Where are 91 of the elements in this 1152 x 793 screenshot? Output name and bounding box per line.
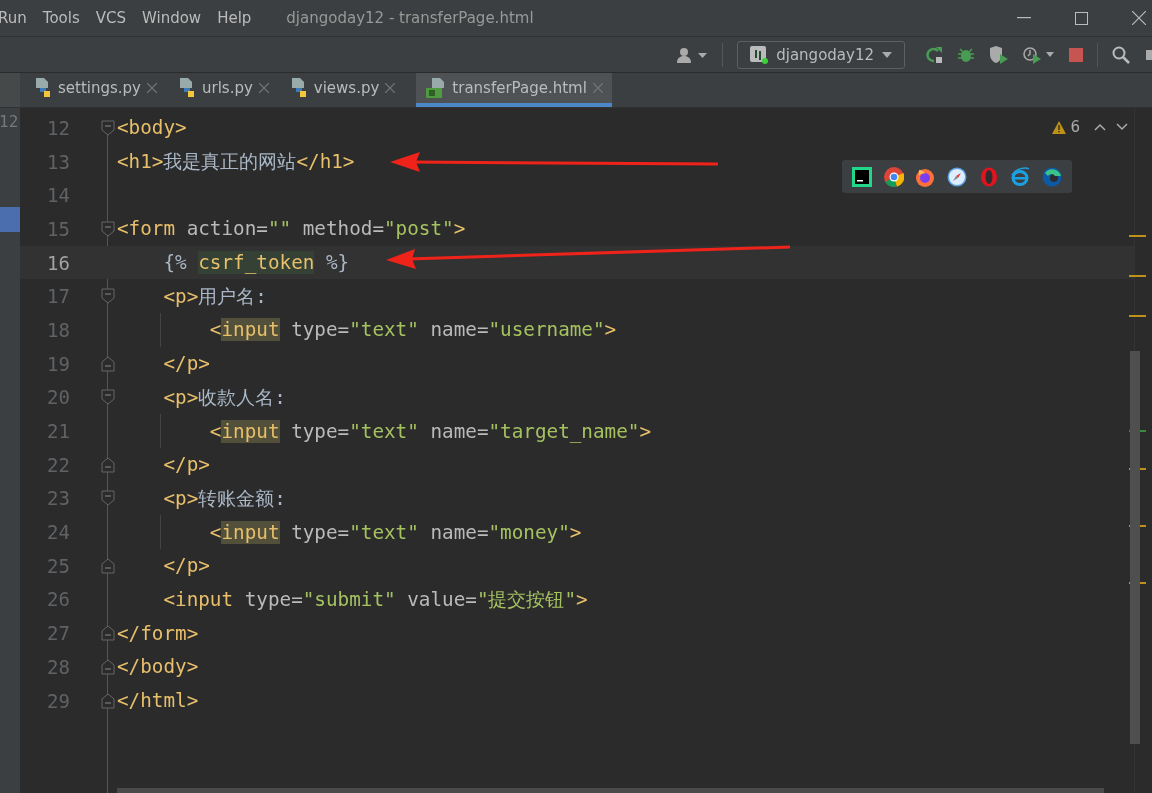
line-number: 12 — [0, 112, 19, 131]
django-icon — [750, 45, 769, 64]
code-line: <p>用户名: — [162, 283, 267, 310]
caret-icon — [882, 51, 892, 58]
line-number: 28 — [46, 655, 70, 678]
editor-tab[interactable]: settings.py — [34, 73, 166, 107]
line-number: 26 — [46, 588, 70, 611]
editor-tab[interactable]: transferPage.html — [416, 73, 612, 107]
line-number: 21 — [46, 420, 70, 443]
fold-end-icon[interactable] — [101, 557, 115, 574]
code-line: <p>转账金额: — [162, 485, 286, 512]
code-line: <form action="" method="post"> — [117, 217, 466, 241]
python-file-icon — [289, 78, 308, 98]
pycharm-icon[interactable] — [851, 166, 872, 187]
search-icon[interactable] — [1112, 45, 1130, 64]
window-title: djangoday12 - transferPage.html — [286, 9, 534, 27]
editor-tab[interactable]: views.py — [289, 73, 405, 107]
edge-icon[interactable] — [1042, 166, 1063, 187]
editor-tab[interactable]: urls.py — [178, 73, 278, 107]
warning-icon[interactable] — [1052, 120, 1067, 134]
selection-marker — [0, 207, 20, 232]
close-icon[interactable] — [147, 83, 157, 93]
code-line: <h1>我是真正的网站</h1> — [117, 149, 355, 176]
minimize-icon[interactable] — [1017, 17, 1031, 19]
close-icon[interactable] — [385, 83, 396, 93]
line-number: 22 — [46, 453, 70, 476]
line-number: 12 — [46, 116, 70, 139]
menu-item[interactable]: Run — [0, 9, 28, 27]
code-line: <input type="submit" value="提交按钮"> — [162, 586, 588, 613]
code-line: <p>收款人名: — [162, 384, 286, 411]
code-line: {% csrf_token %} — [162, 251, 350, 275]
shield-run-icon[interactable] — [989, 45, 1009, 64]
opera-icon[interactable] — [978, 166, 999, 187]
firefox-icon[interactable] — [915, 166, 936, 187]
fold-start-icon[interactable] — [101, 490, 115, 507]
maximize-icon[interactable] — [1075, 11, 1088, 25]
chevron-down-icon[interactable] — [1116, 123, 1128, 131]
code-line: <body> — [117, 116, 187, 140]
code-line: </p> — [162, 453, 210, 477]
fold-start-icon[interactable] — [101, 389, 115, 406]
menu-item[interactable]: VCS — [94, 9, 127, 27]
html-file-icon — [426, 78, 447, 98]
fold-end-icon[interactable] — [101, 625, 115, 642]
horizontal-scrollbar[interactable] — [117, 788, 1104, 793]
compass-icon[interactable] — [946, 166, 967, 187]
code-line: <input type="text" name="target_name"> — [208, 419, 652, 443]
code-line: </form> — [117, 621, 199, 645]
code-line: </p> — [162, 554, 210, 578]
line-number: 19 — [46, 352, 70, 375]
fold-start-icon[interactable] — [101, 220, 115, 237]
fold-start-icon[interactable] — [101, 119, 115, 136]
code-line: <input type="text" name="money"> — [208, 520, 582, 544]
code-line: <input type="text" name="username"> — [208, 318, 617, 342]
chevron-up-icon[interactable] — [1094, 123, 1106, 131]
clock-run-icon[interactable] — [1023, 45, 1055, 64]
chrome-icon[interactable] — [883, 166, 904, 187]
menu-item[interactable]: Window — [141, 9, 203, 27]
python-file-icon — [34, 78, 52, 98]
code-line: </p> — [162, 352, 210, 376]
stop-icon[interactable] — [1069, 47, 1083, 62]
line-number: 25 — [46, 554, 70, 577]
fold-start-icon[interactable] — [101, 288, 115, 305]
line-number: 13 — [46, 150, 70, 173]
menu-item[interactable]: Tools — [41, 9, 81, 27]
fold-end-icon[interactable] — [101, 355, 115, 372]
line-number: 16 — [46, 251, 70, 274]
vertical-scrollbar[interactable] — [1130, 351, 1140, 744]
user-icon[interactable] — [676, 46, 709, 63]
line-number: 29 — [46, 689, 70, 712]
fold-end-icon[interactable] — [101, 658, 115, 675]
line-number: 18 — [46, 318, 70, 341]
close-icon[interactable] — [258, 83, 269, 93]
fold-end-icon[interactable] — [101, 456, 115, 473]
python-file-icon — [178, 78, 196, 98]
rerun-icon[interactable] — [925, 45, 943, 64]
code-line: </body> — [117, 655, 199, 679]
bug-icon[interactable] — [957, 45, 975, 64]
fold-end-icon[interactable] — [101, 692, 115, 709]
code-line: </html> — [117, 689, 199, 713]
internet-explorer-icon[interactable] — [1010, 166, 1031, 187]
line-number: 20 — [46, 386, 70, 409]
line-number: 23 — [46, 487, 70, 510]
line-number: 27 — [46, 622, 70, 645]
run-configuration-dropdown[interactable]: djangoday12 — [737, 40, 905, 69]
line-number: 14 — [46, 184, 70, 207]
line-number: 15 — [46, 217, 70, 240]
close-icon[interactable] — [1132, 11, 1146, 25]
warning-count: 6 — [1070, 118, 1080, 136]
menu-item[interactable]: Help — [216, 9, 253, 27]
line-number: 24 — [46, 521, 70, 544]
line-number: 17 — [46, 285, 70, 308]
